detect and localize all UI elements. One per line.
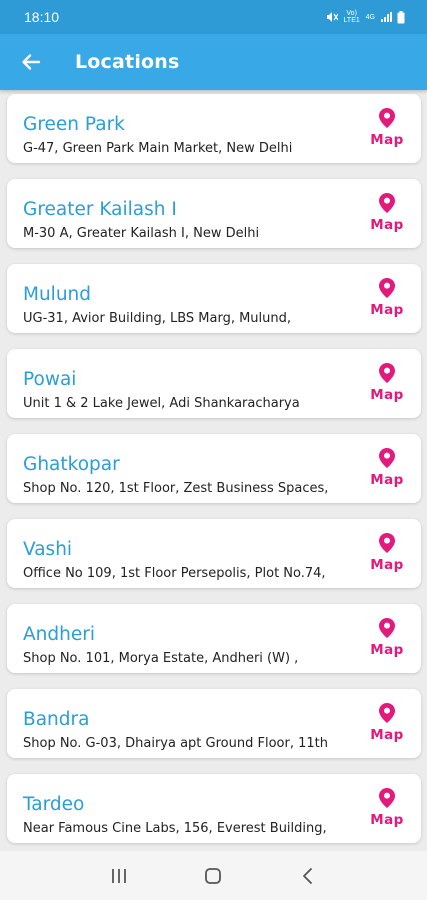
map-label: Map [370,217,404,233]
map-button[interactable]: Map [367,278,407,324]
location-name: Bandra [23,709,90,730]
map-label: Map [370,642,404,658]
map-button[interactable]: Map [367,618,407,664]
location-card[interactable]: Tardeo Near Famous Cine Labs, 156, Evere… [7,774,421,843]
map-pin-icon [379,788,395,808]
map-pin-icon [379,618,395,638]
map-button[interactable]: Map [367,533,407,579]
battery-icon [397,10,405,24]
signal-icon [380,11,392,23]
back-button[interactable] [16,47,46,77]
map-pin-icon [379,108,395,128]
map-pin-icon [379,703,395,723]
back-icon [302,867,312,884]
location-name: Tardeo [23,794,85,815]
status-bar: 18:10 Vo) LTE1 4G [0,0,427,34]
map-label: Map [370,557,404,573]
home-button[interactable] [193,856,233,896]
location-address: Unit 1 & 2 Lake Jewel, Adi Shankarachary… [23,396,300,411]
location-address: Office No 109, 1st Floor Persepolis, Plo… [23,566,326,581]
location-name: Green Park [23,114,125,135]
map-pin-icon [379,533,395,553]
location-address: UG-31, Avior Building, LBS Marg, Mulund, [23,311,292,326]
map-button[interactable]: Map [367,788,407,834]
recent-apps-button[interactable] [99,856,139,896]
location-name: Ghatkopar [23,454,120,475]
location-name: Vashi [23,539,73,560]
location-address: Shop No. 120, 1st Floor, Zest Business S… [23,481,329,496]
system-nav-bar [0,851,427,900]
page-title: Locations [75,51,180,73]
map-button[interactable]: Map [367,108,407,154]
location-name: Greater Kailash I [23,199,177,220]
location-name: Mulund [23,284,92,305]
map-pin-icon [379,363,395,383]
map-label: Map [370,472,404,488]
location-card[interactable]: Vashi Office No 109, 1st Floor Persepoli… [7,519,421,588]
map-pin-icon [379,193,395,213]
status-icons: Vo) LTE1 4G [326,10,405,24]
location-address: Shop No. G-03, Dhairya apt Ground Floor,… [23,736,328,751]
status-time: 18:10 [24,9,60,25]
location-name: Andheri [23,624,95,645]
map-label: Map [370,387,404,403]
map-label: Map [370,132,404,148]
location-card[interactable]: Powai Unit 1 & 2 Lake Jewel, Adi Shankar… [7,349,421,418]
location-card[interactable]: Ghatkopar Shop No. 120, 1st Floor, Zest … [7,434,421,503]
location-address: Shop No. 101, Morya Estate, Andheri (W) … [23,651,299,666]
map-label: Map [370,812,404,828]
arrow-left-icon [22,54,41,70]
location-address: G-47, Green Park Main Market, New Delhi [23,141,293,156]
location-address: Near Famous Cine Labs, 156, Everest Buil… [23,821,327,836]
map-button[interactable]: Map [367,703,407,749]
map-button[interactable]: Map [367,193,407,239]
location-card[interactable]: Mulund UG-31, Avior Building, LBS Marg, … [7,264,421,333]
map-pin-icon [379,448,395,468]
map-label: Map [370,727,404,743]
location-card[interactable]: Green Park G-47, Green Park Main Market,… [7,94,421,163]
network-type-label: 4G [365,13,375,21]
location-card[interactable]: Bandra Shop No. G-03, Dhairya apt Ground… [7,689,421,758]
mute-icon [326,11,338,23]
home-icon [205,867,222,884]
app-bar: Locations [0,34,427,90]
map-button[interactable]: Map [367,363,407,409]
location-card[interactable]: Greater Kailash I M-30 A, Greater Kailas… [7,179,421,248]
map-label: Map [370,302,404,318]
location-name: Powai [23,369,77,390]
map-button[interactable]: Map [367,448,407,494]
nav-back-button[interactable] [288,856,328,896]
recent-apps-icon [112,868,127,883]
location-card[interactable]: Andheri Shop No. 101, Morya Estate, Andh… [7,604,421,673]
volte-icon: Vo) LTE1 [343,10,360,24]
map-pin-icon [379,278,395,298]
location-address: M-30 A, Greater Kailash I, New Delhi [23,226,260,241]
